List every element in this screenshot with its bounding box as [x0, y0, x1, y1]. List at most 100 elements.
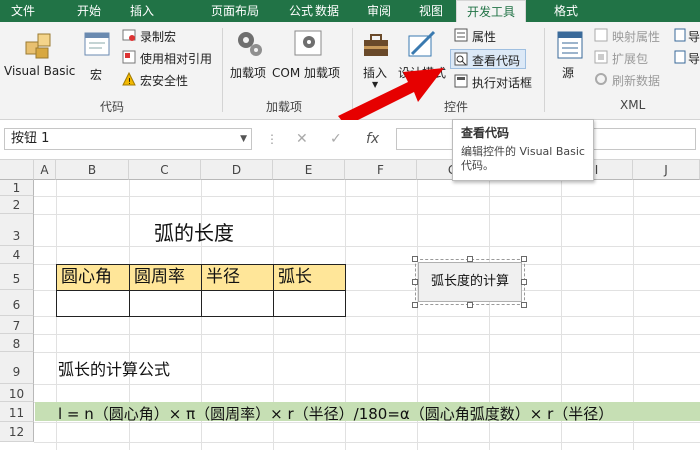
column-header[interactable]: A [34, 160, 56, 180]
tab-review[interactable]: 审阅 [362, 0, 396, 22]
chevron-down-icon[interactable]: ▼ [240, 129, 247, 149]
import-icon [674, 28, 686, 45]
refresh-data-button[interactable]: 刷新数据 [612, 72, 660, 89]
tab-home[interactable]: 开始 [72, 0, 106, 22]
gear-icon[interactable] [234, 28, 264, 63]
record-macro-icon [122, 28, 136, 45]
grid-line [34, 352, 700, 353]
insert-function-icon[interactable]: fx [366, 131, 379, 147]
name-box-value: 按钮 1 [11, 131, 50, 146]
export-button[interactable]: 导 [688, 50, 700, 67]
resize-handle[interactable] [521, 256, 527, 262]
resize-handle[interactable] [467, 256, 473, 262]
name-box[interactable]: 按钮 1 ▼ [4, 128, 252, 150]
tab-page-layout[interactable]: 页面布局 [206, 0, 264, 22]
table-cell[interactable] [129, 290, 202, 317]
row-header[interactable]: 9 [0, 352, 34, 384]
column-header[interactable]: B [56, 160, 129, 180]
tooltip-title: 查看代码 [461, 126, 510, 140]
row-header[interactable]: 4 [0, 246, 34, 264]
row-header[interactable]: 6 [0, 290, 34, 316]
macro-security-button[interactable]: 宏安全性 [140, 72, 188, 89]
tab-insert[interactable]: 插入 [124, 0, 160, 22]
row-header[interactable]: 11 [0, 402, 34, 422]
tab-file[interactable]: 文件 [0, 0, 46, 22]
visual-basic-icon[interactable] [22, 28, 56, 65]
record-macro-button[interactable]: 录制宏 [140, 28, 176, 45]
table-header-cell[interactable]: 圆周率 [129, 264, 202, 291]
relative-reference-icon [122, 50, 136, 67]
row-header[interactable]: 2 [0, 196, 34, 214]
resize-handle[interactable] [412, 302, 418, 308]
tooltip-description: 编辑控件的 Visual Basic 代码。 [461, 145, 585, 172]
ribbon-separator [544, 28, 545, 112]
run-dialog-icon [454, 74, 468, 91]
column-header[interactable]: D [201, 160, 273, 180]
map-properties-button[interactable]: 映射属性 [612, 28, 660, 45]
code-group-label: 代码 [100, 100, 125, 114]
row-header[interactable]: 8 [0, 334, 34, 352]
tab-developer[interactable]: 开发工具 [456, 0, 526, 22]
addins-button[interactable]: 加载项 [230, 64, 266, 81]
resize-handle[interactable] [412, 256, 418, 262]
resize-handle[interactable] [521, 302, 527, 308]
expansion-packs-button[interactable]: 扩展包 [612, 50, 648, 67]
tab-view[interactable]: 视图 [414, 0, 448, 22]
formula-bar: 按钮 1 ▼ ⋮ ✕ ✓ fx [0, 120, 700, 160]
table-cell[interactable] [201, 290, 274, 317]
ribbon-developer: Visual Basic 宏 录制宏 使用相对引用 ! 宏安全性 代码 加载项 [0, 22, 700, 126]
table-cell[interactable] [56, 290, 130, 317]
use-relative-reference-button[interactable]: 使用相对引用 [140, 50, 212, 67]
row-header[interactable]: 10 [0, 384, 34, 402]
grid-line [34, 196, 700, 197]
table-header-cell[interactable]: 弧长 [273, 264, 346, 291]
visual-basic-button[interactable]: Visual Basic [4, 64, 75, 78]
source-button[interactable]: 源 [562, 64, 574, 81]
macros-button[interactable]: 宏 [90, 66, 102, 83]
row-header[interactable]: 7 [0, 316, 34, 334]
warning-icon: ! [122, 71, 136, 89]
com-addins-button[interactable]: COM 加载项 [272, 64, 340, 81]
column-header[interactable]: F [345, 160, 417, 180]
import-button[interactable]: 导 [688, 28, 700, 45]
sheet-title: 弧的长度 [154, 221, 234, 245]
table-cell[interactable] [273, 290, 346, 317]
properties-button[interactable]: 属性 [472, 28, 496, 45]
formula-heading: 弧长的计算公式 [58, 360, 171, 379]
row-header[interactable]: 3 [0, 214, 34, 246]
view-code-button[interactable]: 查看代码 [472, 52, 520, 69]
table-header-cell[interactable]: 圆心角 [56, 264, 130, 291]
tab-data[interactable]: 数据 [310, 0, 344, 22]
cancel-icon[interactable]: ✕ [296, 131, 308, 147]
tab-format[interactable]: 格式 [548, 0, 584, 22]
resize-handle[interactable] [412, 279, 418, 285]
calculate-arc-button[interactable]: 弧长度的计算 [418, 262, 522, 302]
grid-line [34, 334, 700, 335]
resize-handle[interactable] [467, 302, 473, 308]
column-header[interactable]: J [633, 160, 700, 180]
row-header[interactable]: 12 [0, 422, 34, 442]
grid-line [34, 442, 700, 443]
more-icon: ⋮ [266, 132, 278, 146]
ribbon-tab-bar: 文件 开始 插入 页面布局 公式 数据 审阅 视图 开发工具 格式 [0, 0, 700, 22]
source-icon[interactable] [556, 30, 584, 63]
map-properties-icon [594, 28, 608, 45]
resize-handle[interactable] [521, 279, 527, 285]
properties-icon [454, 28, 468, 45]
com-addins-icon[interactable] [292, 28, 326, 63]
column-header[interactable]: C [129, 160, 201, 180]
macros-icon[interactable] [82, 30, 112, 63]
svg-text:!: ! [128, 77, 131, 86]
ribbon-separator [222, 28, 223, 112]
enter-icon[interactable]: ✓ [330, 131, 342, 147]
table-header-cell[interactable]: 半径 [201, 264, 274, 291]
grid-line [34, 246, 700, 247]
formula-text: l = n（圆心角）× π（圆周率）× r（半径）/180=α（圆心角弧度数）×… [58, 405, 614, 423]
column-header[interactable]: E [273, 160, 345, 180]
row-header[interactable]: 1 [0, 180, 34, 196]
row-header[interactable]: 5 [0, 264, 34, 290]
view-code-icon [454, 52, 468, 69]
grid-line [34, 214, 700, 215]
run-dialog-button[interactable]: 执行对话框 [472, 74, 532, 91]
select-all-corner[interactable] [0, 160, 34, 180]
